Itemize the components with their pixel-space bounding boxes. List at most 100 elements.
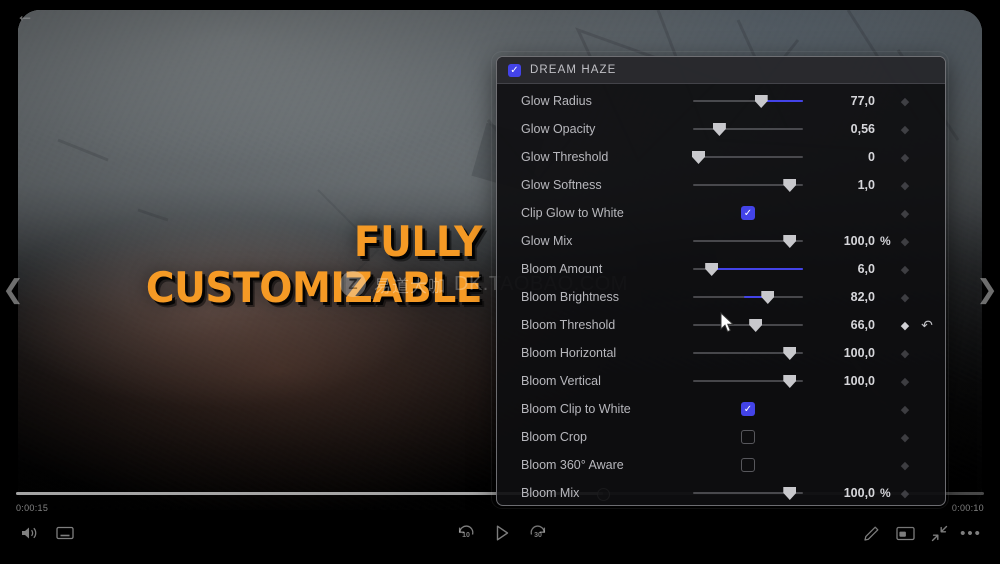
parameter-row[interactable]: Bloom Mix 100,0% ◆ (497, 479, 945, 505)
parameter-row[interactable]: Bloom 360° Aware ◆ (497, 451, 945, 479)
parameter-checkbox-wrap: ✓ (693, 402, 803, 416)
parameter-value[interactable]: 0 (803, 150, 875, 164)
keyframe-diamond-icon[interactable]: ◆ (897, 283, 913, 311)
slider-handle[interactable] (692, 151, 705, 164)
effect-panel-title: DREAM HAZE (530, 64, 617, 76)
closed-captions-icon[interactable] (50, 516, 80, 550)
parameter-slider[interactable] (693, 227, 803, 255)
parameter-row[interactable]: Bloom Brightness 82,0 ◆ (497, 283, 945, 311)
parameter-row[interactable]: Glow Mix 100,0% ◆ (497, 227, 945, 255)
parameter-row[interactable]: Bloom Vertical 100,0 ◆ (497, 367, 945, 395)
parameter-label: Bloom Horizontal (521, 346, 617, 360)
parameter-slider[interactable] (693, 115, 803, 143)
parameter-checkbox[interactable]: ✓ (741, 206, 755, 220)
keyframe-diamond-icon[interactable]: ◆ (897, 199, 913, 227)
keyframe-diamond-icon[interactable]: ◆ (897, 451, 913, 479)
slider-handle[interactable] (783, 487, 797, 500)
keyframe-diamond-icon[interactable]: ◆ (897, 339, 913, 367)
parameter-value[interactable]: 100,0 (803, 486, 875, 500)
rewind-10-icon[interactable]: 10 (450, 516, 482, 550)
slider-handle[interactable] (705, 263, 719, 276)
slider-handle[interactable] (754, 95, 768, 108)
keyframe-diamond-icon[interactable]: ◆ (897, 87, 913, 115)
pencil-edit-icon[interactable] (856, 516, 886, 550)
effect-enable-checkbox[interactable]: ✓ (508, 63, 521, 77)
keyframe-diamond-icon[interactable]: ◆ (897, 227, 913, 255)
parameter-row[interactable]: Bloom Clip to White ✓ ◆ (497, 395, 945, 423)
picture-in-picture-icon[interactable] (890, 516, 920, 550)
parameter-label: Glow Softness (521, 178, 602, 192)
chevron-left-icon[interactable]: ❮ (2, 272, 24, 306)
parameter-slider[interactable] (693, 367, 803, 395)
keyframe-diamond-icon[interactable]: ◆ (897, 171, 913, 199)
parameter-row[interactable]: Bloom Crop ◆ (497, 423, 945, 451)
parameter-row[interactable]: Clip Glow to White ✓ ◆ (497, 199, 945, 227)
keyframe-diamond-icon[interactable]: ◆ (897, 143, 913, 171)
remaining-time: 0:00:10 (951, 503, 984, 513)
slider-handle[interactable] (749, 319, 763, 332)
slider-track (693, 156, 803, 158)
parameter-value[interactable]: 1,0 (803, 178, 875, 192)
parameter-slider[interactable] (693, 479, 803, 505)
parameter-value[interactable]: 100,0 (803, 374, 875, 388)
parameter-row[interactable]: Bloom Amount 6,0 ◆ (497, 255, 945, 283)
player-controls: 10 30 ••• (0, 516, 1000, 550)
keyframe-diamond-icon[interactable]: ◆ (897, 367, 913, 395)
parameter-checkbox[interactable]: ✓ (741, 402, 755, 416)
parameter-row[interactable]: Glow Opacity 0,56 ◆ (497, 115, 945, 143)
parameter-value[interactable]: 0,56 (803, 122, 875, 136)
parameter-label: Bloom Clip to White (521, 402, 631, 416)
parameter-slider[interactable] (693, 339, 803, 367)
parameter-row[interactable]: Glow Radius 77,0 ◆ (497, 87, 945, 115)
effect-panel-header[interactable]: ✓ DREAM HAZE (497, 57, 945, 84)
slider-handle[interactable] (712, 123, 726, 136)
forward-30-icon[interactable]: 30 (522, 516, 554, 550)
reset-parameter-icon[interactable]: ↶ (919, 311, 935, 339)
more-options-icon[interactable]: ••• (956, 516, 986, 550)
keyframe-diamond-icon[interactable]: ◆ (897, 479, 913, 505)
back-arrow-icon[interactable]: ← (12, 2, 38, 28)
slider-handle[interactable] (783, 235, 797, 248)
parameter-row[interactable]: Bloom Horizontal 100,0 ◆ (497, 339, 945, 367)
parameter-checkbox[interactable] (741, 458, 755, 472)
parameter-value[interactable]: 100,0 (803, 234, 875, 248)
parameter-checkbox[interactable] (741, 430, 755, 444)
slider-handle[interactable] (783, 347, 797, 360)
keyframe-diamond-icon[interactable]: ◆ (897, 115, 913, 143)
slider-handle[interactable] (783, 375, 797, 388)
keyframe-diamond-icon[interactable]: ◆ (897, 255, 913, 283)
parameter-label: Glow Threshold (521, 150, 609, 164)
parameter-slider[interactable] (693, 87, 803, 115)
parameter-value[interactable]: 6,0 (803, 262, 875, 276)
parameter-value[interactable]: 77,0 (803, 94, 875, 108)
parameter-value[interactable]: 100,0 (803, 346, 875, 360)
slider-track (693, 128, 803, 130)
volume-icon[interactable] (14, 516, 44, 550)
play-icon[interactable] (486, 516, 518, 550)
keyframe-diamond-icon[interactable]: ◆ (897, 395, 913, 423)
slider-fill (711, 267, 803, 270)
effect-parameter-list: Glow Radius 77,0 ◆ Glow Opacity 0,56 ◆ Glow Th… (497, 84, 945, 505)
parameter-label: Bloom Crop (521, 430, 587, 444)
check-mark-icon: ✓ (743, 403, 753, 415)
parameter-slider[interactable] (693, 255, 803, 283)
parameter-slider[interactable] (693, 171, 803, 199)
parameter-value[interactable]: 82,0 (803, 290, 875, 304)
parameter-row[interactable]: Glow Threshold 0 ◆ (497, 143, 945, 171)
parameter-slider[interactable] (692, 143, 803, 171)
chevron-right-icon[interactable]: ❯ (976, 272, 998, 306)
slider-handle[interactable] (761, 291, 775, 304)
keyframe-diamond-icon[interactable]: ◆ (897, 423, 913, 451)
parameter-label: Bloom Threshold (521, 318, 616, 332)
parameter-label: Bloom Brightness (521, 290, 619, 304)
keyframe-diamond-icon[interactable]: ◆ (897, 311, 913, 339)
effect-panel[interactable]: ✓ DREAM HAZE Glow Radius 77,0 ◆ Glow Opacit… (496, 56, 946, 506)
parameter-slider[interactable] (693, 311, 803, 339)
elapsed-time: 0:00:15 (16, 503, 49, 513)
parameter-value[interactable]: 66,0 (803, 318, 875, 332)
shrink-screen-icon[interactable] (924, 516, 954, 550)
parameter-label: Bloom Amount (521, 262, 603, 276)
parameter-slider[interactable] (693, 283, 803, 311)
slider-handle[interactable] (783, 179, 797, 192)
parameter-row[interactable]: Glow Softness 1,0 ◆ (497, 171, 945, 199)
